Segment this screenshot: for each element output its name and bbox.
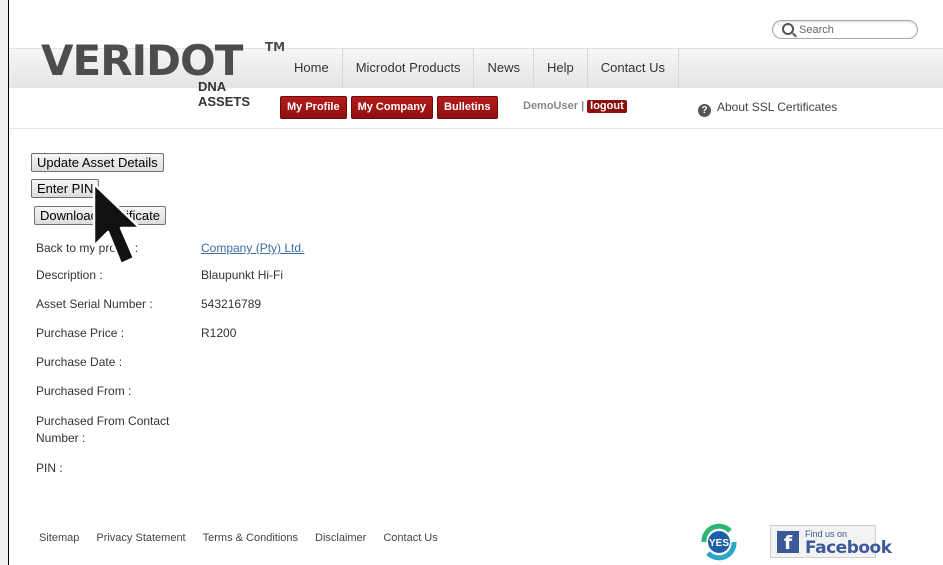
description-value: Blaupunkt Hi-Fi bbox=[201, 268, 284, 282]
yes-badge-text: YES bbox=[709, 538, 729, 549]
account-buttons: My Profile My Company Bulletins bbox=[280, 96, 498, 119]
logo-text: VERIDOT bbox=[41, 36, 243, 85]
footer-terms[interactable]: Terms & Conditions bbox=[203, 532, 298, 544]
company-link[interactable]: Company (Pty) Ltd. bbox=[201, 241, 304, 255]
username: DemoUser | bbox=[523, 100, 585, 112]
nav-contact-us[interactable]: Contact Us bbox=[586, 48, 678, 88]
main-nav: Home Microdot Products News Help Contact… bbox=[281, 48, 680, 88]
footer-sitemap[interactable]: Sitemap bbox=[39, 532, 79, 544]
yes-badge-icon[interactable]: YES bbox=[698, 523, 740, 561]
my-profile-button[interactable]: My Profile bbox=[280, 96, 347, 119]
logout-button[interactable]: logout bbox=[587, 100, 627, 113]
nav-news[interactable]: News bbox=[473, 48, 533, 88]
ssl-link-label: About SSL Certificates bbox=[717, 100, 838, 114]
logo-subtitle: DNA ASSETS bbox=[198, 79, 251, 109]
nav-home[interactable]: Home bbox=[281, 48, 342, 88]
bulletins-button[interactable]: Bulletins bbox=[437, 96, 498, 119]
update-asset-details-button[interactable]: Update Asset Details bbox=[31, 153, 164, 172]
search-icon bbox=[782, 23, 794, 35]
purchased-from-label: Purchased From : bbox=[36, 384, 132, 398]
serial-number-value: 543216789 bbox=[201, 297, 262, 311]
footer-disclaimer[interactable]: Disclaimer bbox=[315, 532, 366, 544]
nav-microdot-products[interactable]: Microdot Products bbox=[341, 48, 474, 88]
serial-number-label: Asset Serial Number : bbox=[36, 297, 153, 311]
footer-links: Sitemap Privacy Statement Terms & Condit… bbox=[39, 532, 438, 544]
nav-help[interactable]: Help bbox=[532, 48, 587, 88]
search-input[interactable] bbox=[799, 22, 909, 37]
enter-pin-button[interactable]: Enter PIN bbox=[31, 179, 100, 198]
nav-divider bbox=[678, 48, 680, 88]
purchased-from-contact-label: Purchased From Contact Number : bbox=[36, 414, 170, 445]
facebook-big-text: Facebook bbox=[805, 538, 892, 558]
facebook-icon: f bbox=[777, 531, 799, 554]
purchase-price-value: R1200 bbox=[201, 326, 237, 340]
facebook-badge[interactable]: f Find us on Facebook bbox=[770, 525, 892, 558]
purchase-price-label: Purchase Price : bbox=[36, 326, 125, 340]
user-area: DemoUser | logout bbox=[523, 100, 627, 113]
pin-label: PIN : bbox=[36, 461, 63, 475]
ssl-link[interactable]: ? About SSL Certificates bbox=[698, 100, 837, 117]
page: VERIDOT TM DNA ASSETS Home Microdot Prod… bbox=[8, 0, 943, 565]
help-icon: ? bbox=[698, 104, 711, 117]
my-company-button[interactable]: My Company bbox=[350, 96, 434, 119]
footer-contact[interactable]: Contact Us bbox=[383, 532, 437, 544]
footer-privacy[interactable]: Privacy Statement bbox=[96, 532, 185, 544]
mouse-cursor-icon bbox=[92, 182, 141, 266]
purchase-date-label: Purchase Date : bbox=[36, 355, 123, 369]
search-box[interactable] bbox=[772, 20, 918, 39]
